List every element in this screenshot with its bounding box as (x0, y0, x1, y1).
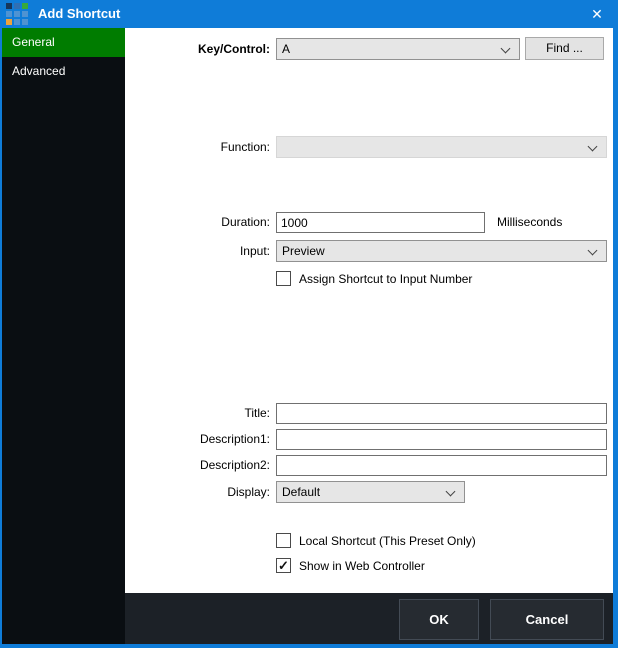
find-button[interactable]: Find ... (525, 37, 604, 60)
app-icon-square (14, 3, 20, 9)
app-icon-square (22, 3, 28, 9)
chevron-down-icon (588, 246, 598, 256)
close-icon: ✕ (591, 6, 603, 22)
app-icon-square (14, 19, 20, 25)
input-value: Preview (282, 241, 325, 261)
display-select[interactable]: Default (276, 481, 465, 503)
chevron-down-icon (501, 44, 511, 54)
footer-bar: OK Cancel (125, 593, 613, 644)
chevron-down-icon (446, 487, 456, 497)
assign-shortcut-checkbox[interactable]: Assign Shortcut to Input Number (276, 271, 472, 286)
description1-input[interactable] (276, 429, 607, 450)
cancel-button[interactable]: Cancel (490, 599, 604, 640)
description2-input[interactable] (276, 455, 607, 476)
sidebar-item-advanced[interactable]: Advanced (2, 57, 125, 86)
key-control-select[interactable]: A (276, 38, 520, 60)
key-control-label: Key/Control: (125, 38, 270, 60)
close-button[interactable]: ✕ (580, 0, 614, 28)
checkbox-label: Show in Web Controller (299, 559, 425, 573)
sidebar-item-label: General (12, 35, 55, 49)
title-label: Title: (125, 403, 270, 424)
display-label: Display: (125, 481, 270, 503)
app-icon-square (22, 11, 28, 17)
checkbox-box (276, 271, 291, 286)
input-label: Input: (125, 240, 270, 262)
duration-input[interactable] (276, 212, 485, 233)
app-icon-square (6, 11, 12, 17)
title-bar: Add Shortcut ✕ (0, 0, 618, 28)
checkbox-label: Local Shortcut (This Preset Only) (299, 534, 476, 548)
app-icon-square (6, 3, 12, 9)
checkbox-box (276, 533, 291, 548)
title-input[interactable] (276, 403, 607, 424)
app-icon-square (6, 19, 12, 25)
app-icon (6, 3, 28, 25)
duration-unit-label: Milliseconds (497, 212, 562, 233)
function-label: Function: (125, 136, 270, 158)
add-shortcut-dialog: Add Shortcut ✕ General Advanced Key/Cont… (0, 0, 618, 648)
function-select[interactable] (276, 136, 607, 158)
chevron-down-icon (588, 142, 598, 152)
description1-label: Description1: (125, 429, 270, 450)
description2-label: Description2: (125, 455, 270, 476)
app-icon-square (22, 19, 28, 25)
checkbox-box: ✓ (276, 558, 291, 573)
window-title: Add Shortcut (38, 0, 120, 28)
display-value: Default (282, 482, 320, 502)
input-select[interactable]: Preview (276, 240, 607, 262)
sidebar: General Advanced (2, 28, 125, 644)
checkbox-label: Assign Shortcut to Input Number (299, 272, 472, 286)
app-icon-square (14, 11, 20, 17)
key-control-value: A (282, 39, 290, 59)
general-tab-panel: Key/Control: A Find ... Function: Durati… (125, 28, 613, 593)
duration-label: Duration: (125, 212, 270, 233)
sidebar-item-general[interactable]: General (2, 28, 125, 57)
web-controller-checkbox[interactable]: ✓ Show in Web Controller (276, 558, 425, 573)
sidebar-item-label: Advanced (12, 64, 65, 78)
ok-button[interactable]: OK (399, 599, 479, 640)
local-shortcut-checkbox[interactable]: Local Shortcut (This Preset Only) (276, 533, 476, 548)
